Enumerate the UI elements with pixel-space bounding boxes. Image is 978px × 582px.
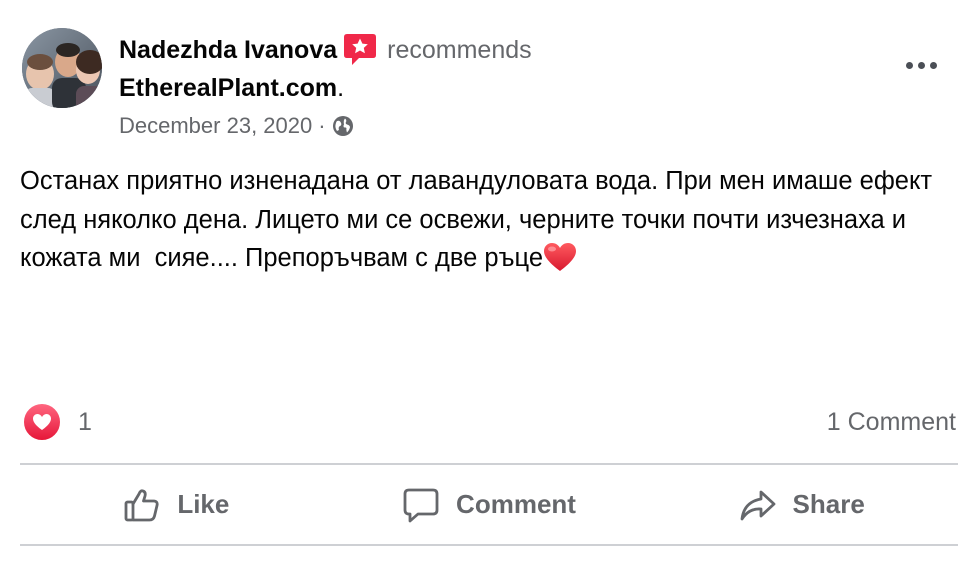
page-name-link[interactable]: EtherealPlant.com (119, 74, 337, 102)
recommend-badge-icon (343, 32, 377, 68)
divider (20, 544, 958, 546)
share-arrow-icon (739, 486, 777, 524)
share-button[interactable]: Share (645, 465, 958, 544)
comment-button[interactable]: Comment (333, 465, 646, 544)
red-heart-emoji-icon (543, 242, 577, 272)
author-avatar[interactable] (22, 28, 102, 108)
reaction-count: 1 (78, 407, 92, 436)
avatar-photo (22, 28, 102, 108)
love-reaction-icon (22, 402, 62, 442)
comment-label: Comment (456, 489, 576, 519)
post-date[interactable]: December 23, 2020 (119, 113, 312, 139)
post-meta: December 23, 2020 · (119, 110, 354, 142)
comment-count-link[interactable]: 1 Comment (827, 402, 956, 442)
thumbs-up-icon (123, 486, 161, 524)
reaction-summary[interactable]: 1 (22, 402, 92, 442)
post-body: Останах приятно изненадана от лавандулов… (20, 162, 960, 278)
meta-separator: · (318, 113, 326, 138)
globe-icon[interactable] (332, 115, 354, 137)
post-header-line: Nadezhda Ivanova recommends (119, 32, 532, 68)
share-label: Share (792, 489, 865, 519)
more-options-icon[interactable] (896, 50, 946, 80)
page-suffix: . (337, 74, 345, 102)
more-dot (917, 61, 925, 69)
like-button[interactable]: Like (20, 465, 333, 544)
like-label: Like (177, 489, 230, 519)
speech-bubble-icon (402, 486, 440, 524)
recommended-page-line: EtherealPlant.com. (119, 70, 344, 106)
post-body-text: Останах приятно изненадана от лавандулов… (20, 167, 940, 272)
post-action-bar: Like Comment Share (20, 465, 958, 544)
more-dot (929, 61, 937, 69)
action-text: recommends (387, 35, 532, 64)
feed-post: Nadezhda Ivanova recommends EtherealPlan… (0, 0, 978, 582)
more-dot (905, 61, 913, 69)
author-name[interactable]: Nadezhda Ivanova (119, 36, 337, 65)
